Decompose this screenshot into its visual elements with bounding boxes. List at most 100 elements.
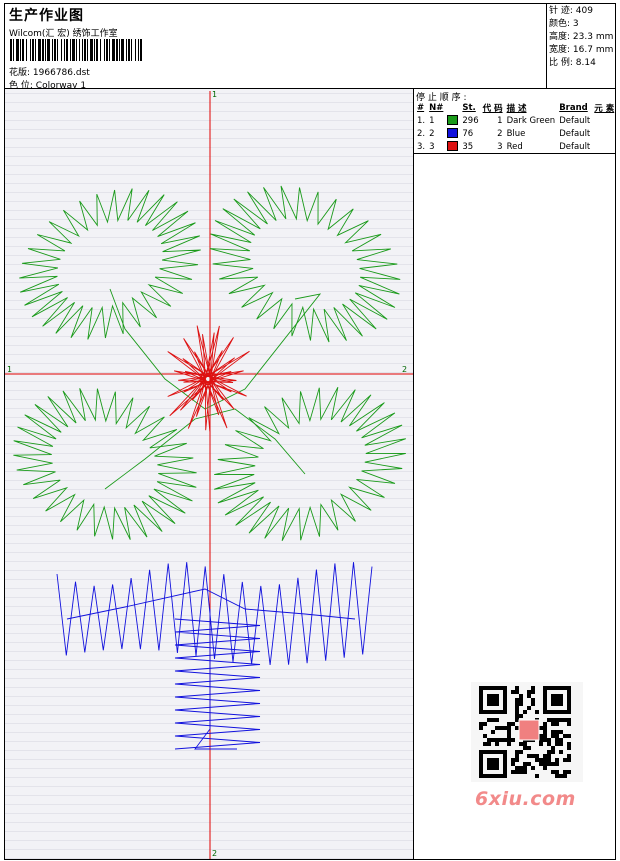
qr-module (515, 702, 519, 706)
barcode-bar (84, 39, 86, 61)
qr-module (551, 750, 555, 754)
qr-module (515, 750, 519, 754)
qr-module (555, 738, 559, 742)
qr-module (567, 746, 571, 750)
qr-module (507, 738, 511, 742)
qr-module (555, 762, 559, 766)
barcode-bar (96, 39, 98, 61)
qr-finder-core (487, 694, 499, 706)
qr-module (547, 754, 551, 758)
qr-module (507, 722, 511, 726)
qr-module (515, 718, 519, 722)
qr-module (515, 726, 519, 730)
color-swatch (447, 115, 459, 126)
barcode-bar (38, 39, 41, 61)
header-divider (546, 3, 547, 88)
qr-module (559, 738, 563, 742)
qr-module (543, 762, 547, 766)
stat-label: 针 迹: (549, 6, 573, 16)
qr-module (543, 726, 547, 730)
barcode-bar (57, 39, 58, 61)
table-row[interactable]: 3. 3 35 3 Red Default (415, 140, 616, 153)
qr-module (539, 742, 543, 746)
pot-stem-zigzag (174, 618, 261, 750)
qr-module (531, 690, 535, 694)
barcode-bar (112, 39, 115, 61)
qr-module (503, 738, 507, 742)
axis-left-label: 1 (7, 365, 12, 374)
stat-value: 16.7 mm (572, 45, 614, 55)
company-name: Wilcom(汇 宏) 绣饰工作室 (9, 29, 118, 39)
qr-module (535, 754, 539, 758)
table-row[interactable]: 2. 2 76 2 Blue Default (415, 127, 616, 140)
qr-module (543, 738, 547, 742)
qr-module (519, 766, 523, 770)
qr-module (507, 726, 511, 730)
barcode-bar (42, 39, 44, 61)
color-swatch (447, 141, 459, 152)
row-description: Blue (506, 128, 526, 139)
qr-module (523, 742, 527, 746)
qr-module (511, 690, 515, 694)
qr-module (555, 758, 559, 762)
row-brand: Default (559, 128, 591, 139)
col-stitches: St. (462, 102, 476, 113)
qr-module (515, 698, 519, 702)
qr-module (551, 734, 555, 738)
qr-module (491, 730, 495, 734)
qr-module (551, 730, 555, 734)
barcode-bar (66, 39, 68, 61)
qr-module (495, 718, 499, 722)
leaf-bottom-left (13, 388, 197, 540)
thread-table: # N# St. 代 码 描 述 Brand 元 素 1. 1 296 1 Da… (415, 101, 616, 153)
qr-module (479, 722, 483, 726)
row-brand: Default (559, 141, 591, 152)
qr-module (527, 746, 531, 750)
qr-module (563, 734, 567, 738)
qr-module (543, 730, 547, 734)
stat-label: 高度: (549, 32, 571, 42)
qr-module (523, 746, 527, 750)
col-code: 代 码 (482, 103, 503, 114)
qr-module (519, 742, 523, 746)
qr-module (559, 718, 563, 722)
table-row[interactable]: 1. 1 296 1 Dark Green Default (415, 114, 616, 127)
axis-right-label: 2 (402, 365, 407, 374)
qr-module (487, 718, 491, 722)
qr-module (563, 718, 567, 722)
row-code: 1 (497, 115, 503, 126)
blue-pot-stitches (56, 562, 373, 750)
axis-top-label: 1 (212, 90, 217, 99)
qr-module (555, 742, 559, 746)
qr-module (559, 750, 563, 754)
qr-module (555, 770, 559, 774)
thread-table-header: # N# St. 代 码 描 述 Brand 元 素 (415, 101, 616, 114)
qr-module (547, 738, 551, 742)
qr-module (483, 722, 487, 726)
axis-bottom-label: 2 (212, 849, 217, 858)
qr-module (523, 762, 527, 766)
qr-code[interactable] (471, 682, 583, 782)
stat-value: 23.3 mm (572, 32, 614, 42)
leaf-top-right (209, 185, 401, 343)
color-swatch (447, 128, 459, 139)
qr-module (515, 758, 519, 762)
qr-module (543, 734, 547, 738)
barcode-bar (138, 39, 139, 61)
barcode-bar (70, 39, 71, 61)
col-n: N# (429, 102, 444, 113)
pattern-value: 1966786.dst (32, 68, 90, 78)
stat-stitches: 针 迹: 409 (549, 5, 613, 18)
row-stitches: 76 (462, 128, 474, 139)
stat-label: 宽度: (549, 45, 571, 55)
barcode-bar (106, 39, 108, 61)
row-index: 2. (417, 128, 426, 139)
qr-module (543, 758, 547, 762)
barcode-bar (10, 39, 12, 61)
qr-module (515, 766, 519, 770)
qr-logo-badge (518, 719, 540, 741)
barcode-bar (128, 39, 130, 61)
qr-module (519, 750, 523, 754)
row-element (592, 114, 616, 127)
design-canvas[interactable]: 1 2 1 2 (5, 89, 413, 859)
